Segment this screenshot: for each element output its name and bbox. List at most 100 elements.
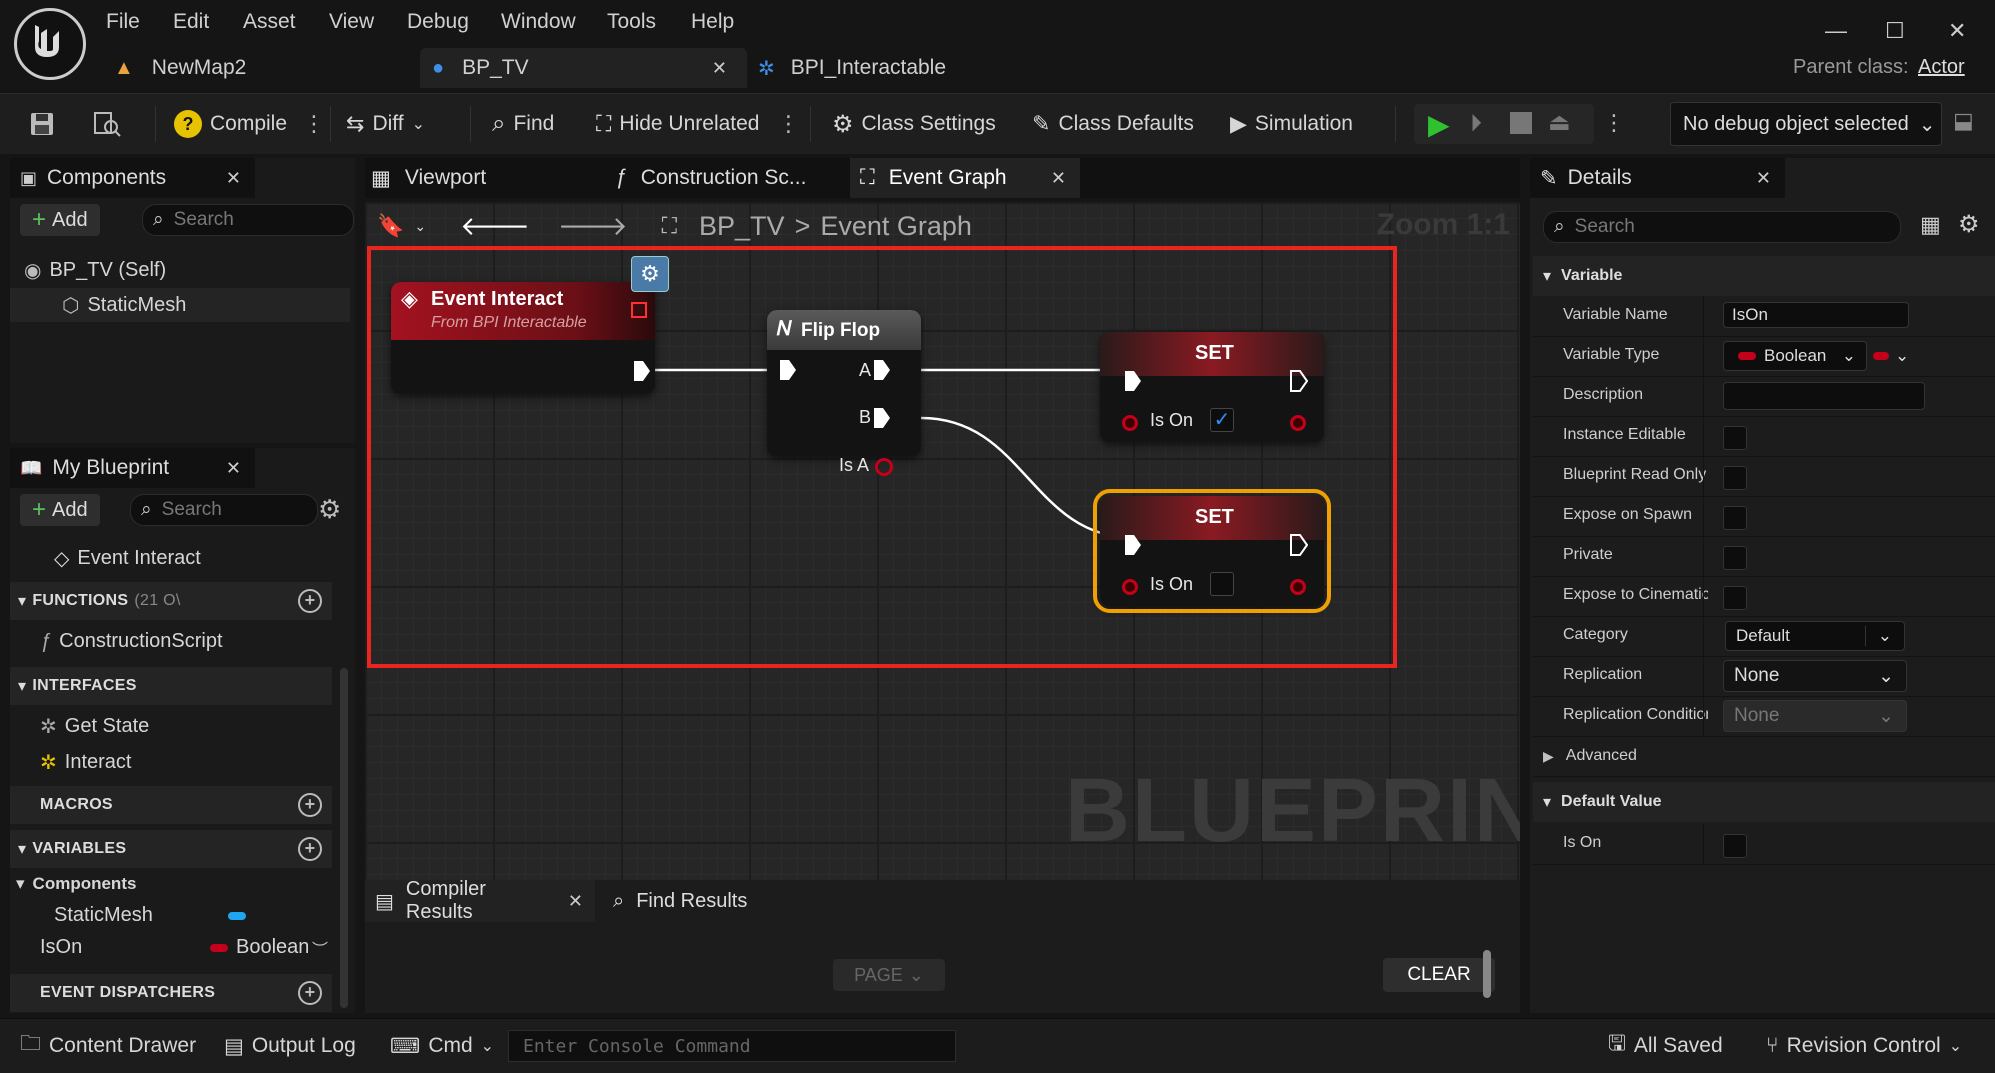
menu-tools[interactable]: Tools (607, 10, 656, 34)
event-dispatchers-section[interactable]: EVENT DISPATCHERS + (10, 974, 332, 1012)
settings-gear-icon[interactable]: ⚙ (318, 494, 341, 525)
add-member-button[interactable]: + Add (20, 494, 100, 526)
variable-name-input[interactable]: IsOn (1723, 302, 1909, 328)
add-variable-icon[interactable]: + (298, 837, 322, 861)
function-icon: ƒ (615, 166, 627, 189)
content-drawer-button[interactable]: 🗀 Content Drawer (20, 1019, 196, 1073)
components-search-input[interactable]: ⌕ Search (142, 204, 354, 236)
functions-section[interactable]: ▾ FUNCTIONS (21 O\ + (10, 582, 332, 620)
results-scrollbar[interactable] (1483, 950, 1491, 998)
container-type-select[interactable]: ⌄ (1873, 341, 1921, 371)
private-checkbox[interactable] (1723, 546, 1747, 570)
close-icon[interactable]: ✕ (712, 58, 727, 79)
tab-find-results[interactable]: ⌕ Find Results (613, 880, 747, 922)
add-component-button[interactable]: + Add (20, 204, 100, 236)
close-icon[interactable]: ✕ (1756, 168, 1771, 189)
menu-edit[interactable]: Edit (173, 10, 209, 34)
tab-viewport[interactable]: ▦ Viewport (371, 158, 486, 198)
parent-class-link[interactable]: Actor (1918, 56, 1965, 79)
expose-cinematics-checkbox[interactable] (1723, 586, 1747, 610)
simulation-button[interactable]: ▶ Simulation (1230, 94, 1353, 154)
tab-compiler-results[interactable]: ▤ Compiler Results ✕ (365, 878, 595, 923)
menu-asset[interactable]: Asset (243, 10, 296, 34)
maximize-icon[interactable]: ☐ (1885, 18, 1905, 44)
event-graph-canvas[interactable]: 🔖 ⌄ 🡐 🡒 ⛶ BP_TV > Event Graph Zoom 1:1 B… (365, 202, 1520, 880)
event-item[interactable]: ◇ Event Interact (54, 546, 201, 571)
eject-icon[interactable]: ⏏ (1548, 108, 1571, 137)
interface-item-interact[interactable]: ✲ Interact (40, 750, 131, 775)
tab-bp-tv[interactable]: ● BP_TV ✕ (420, 48, 747, 88)
play-options-icon[interactable]: ⋮ (1603, 110, 1625, 136)
variable-section-header[interactable]: ▾ Variable (1533, 256, 1995, 296)
menu-help[interactable]: Help (691, 10, 734, 34)
tab-event-graph[interactable]: ⛶ Event Graph ✕ (850, 158, 1080, 198)
debug-object-select[interactable]: No debug object selected ⌄ (1670, 102, 1942, 146)
debug-filter-icon[interactable]: ⬓ (1953, 108, 1974, 134)
variables-section[interactable]: ▾ VARIABLES + (10, 830, 332, 868)
details-search-input[interactable]: ⌕ Search (1543, 211, 1901, 243)
variable-group-components[interactable]: ▾ Components (16, 874, 136, 894)
default-ison-checkbox[interactable] (1723, 834, 1747, 858)
minimize-icon[interactable]: — (1825, 18, 1847, 44)
component-item-staticmesh[interactable]: ⬡ StaticMesh (10, 288, 350, 322)
revision-control-button[interactable]: ⑂ Revision Control ⌄ (1766, 1019, 1962, 1073)
diff-button[interactable]: ⇆ Diff ⌄ (346, 94, 425, 154)
compile-button[interactable]: ? Compile ⋮ (174, 94, 325, 154)
replication-select[interactable]: None ⌄ (1723, 660, 1907, 692)
function-item[interactable]: ƒ ConstructionScript (40, 630, 223, 653)
menu-view[interactable]: View (329, 10, 374, 34)
menu-file[interactable]: File (106, 10, 140, 34)
page-dropdown[interactable]: PAGE ⌄ (833, 959, 945, 991)
tab-bpi-interactable[interactable]: ✲ BPI_Interactable (748, 48, 1018, 88)
save-button[interactable] (28, 94, 56, 154)
add-macro-icon[interactable]: + (298, 793, 322, 817)
eye-closed-icon[interactable]: ︶ (312, 936, 328, 960)
close-window-icon[interactable]: ✕ (1948, 18, 1966, 44)
replication-condition-select[interactable]: None ⌄ (1723, 700, 1907, 732)
browse-button[interactable] (92, 94, 122, 154)
variable-item-ison[interactable]: IsOn Boolean ︶ (40, 936, 340, 959)
my-blueprint-search-input[interactable]: ⌕ Search (130, 494, 318, 526)
stop-icon[interactable] (1510, 112, 1532, 134)
details-settings-icon[interactable]: ⚙ (1958, 210, 1980, 239)
clear-button[interactable]: CLEAR (1383, 958, 1495, 992)
bp-read-only-checkbox[interactable] (1723, 466, 1747, 490)
scrollbar[interactable] (340, 668, 348, 1008)
step-icon[interactable]: ⏵ (1470, 110, 1482, 138)
advanced-row[interactable]: ▶ Advanced (1533, 736, 1995, 777)
close-icon[interactable]: ✕ (226, 458, 241, 479)
category-select[interactable]: Default ⌄ (1725, 621, 1905, 651)
interface-item-get-state[interactable]: ✲ Get State (40, 714, 149, 739)
description-input[interactable] (1723, 382, 1925, 410)
instance-editable-checkbox[interactable] (1723, 426, 1747, 450)
menu-debug[interactable]: Debug (407, 10, 469, 34)
class-defaults-button[interactable]: ✎ Class Defaults (1032, 94, 1194, 154)
table-view-icon[interactable]: ▦ (1920, 212, 1941, 238)
hide-options-icon[interactable]: ⋮ (778, 111, 800, 137)
tab-construction-script[interactable]: ƒ Construction Sc... (615, 158, 806, 198)
component-item-self[interactable]: ◉ BP_TV (Self) (24, 258, 166, 283)
hide-unrelated-button[interactable]: ⛶ Hide Unrelated ⋮ (596, 94, 800, 154)
variable-type-select[interactable]: Boolean ⌄ (1723, 341, 1867, 371)
compile-options-icon[interactable]: ⋮ (303, 111, 325, 137)
expose-spawn-checkbox[interactable] (1723, 506, 1747, 530)
default-value-section-header[interactable]: ▾ Default Value (1533, 782, 1995, 822)
play-icon[interactable]: ▶ (1428, 108, 1450, 141)
macros-section[interactable]: MACROS + (10, 786, 332, 824)
console-input[interactable]: Enter Console Command (508, 1030, 956, 1062)
cmd-dropdown[interactable]: ⌨ Cmd ⌄ (390, 1019, 494, 1073)
output-log-button[interactable]: ▤ Output Log (224, 1019, 356, 1073)
interfaces-section[interactable]: ▾ INTERFACES (10, 667, 332, 705)
close-icon[interactable]: ✕ (1051, 168, 1066, 189)
unreal-logo-icon[interactable] (14, 8, 86, 80)
all-saved-button[interactable]: 🖫 All Saved (1608, 1019, 1723, 1073)
class-settings-button[interactable]: ⚙ Class Settings (832, 94, 996, 154)
add-dispatcher-icon[interactable]: + (298, 981, 322, 1005)
add-function-icon[interactable]: + (298, 589, 322, 613)
tab-newmap2[interactable]: ▲ NewMap2 (104, 48, 414, 88)
menu-window[interactable]: Window (501, 10, 576, 34)
find-button[interactable]: ⌕ Find (492, 94, 554, 154)
close-icon[interactable]: ✕ (226, 168, 241, 189)
close-icon[interactable]: ✕ (568, 891, 583, 912)
variable-item-staticmesh[interactable]: StaticMesh (54, 904, 334, 927)
